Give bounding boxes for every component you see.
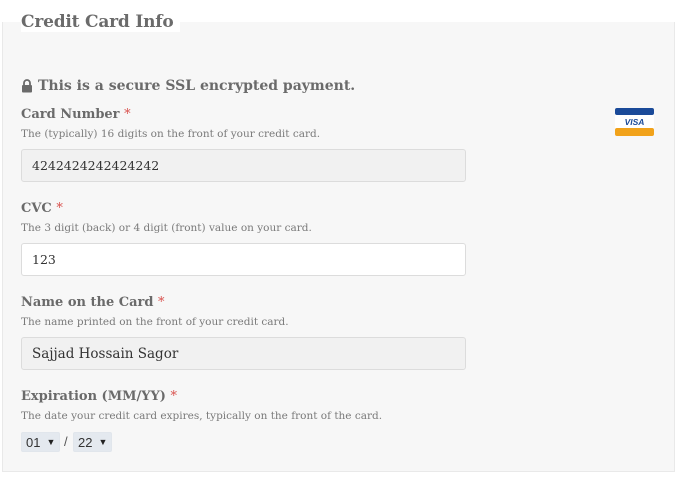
date-separator: / bbox=[64, 434, 68, 449]
name-on-card-input[interactable] bbox=[21, 337, 466, 370]
required-mark: * bbox=[170, 389, 177, 404]
svg-text:VISA: VISA bbox=[625, 117, 645, 127]
year-value: 22 bbox=[78, 434, 93, 450]
expiration-description: The date your credit card expires, typic… bbox=[21, 410, 383, 422]
card-number-input[interactable] bbox=[21, 149, 466, 182]
lock-icon bbox=[22, 79, 32, 93]
card-number-label: Card Number * bbox=[21, 107, 131, 122]
visa-card-icon: VISA bbox=[615, 108, 654, 136]
required-mark: * bbox=[56, 201, 63, 216]
cvc-input[interactable] bbox=[21, 243, 466, 276]
expiration-label: Expiration (MM/YY) * bbox=[21, 389, 177, 404]
name-on-card-description: The name printed on the front of your cr… bbox=[21, 316, 289, 328]
secure-note-text: This is a secure SSL encrypted payment. bbox=[38, 78, 356, 94]
expiration-month-select[interactable]: 01 ▼ bbox=[21, 432, 60, 452]
required-mark: * bbox=[124, 107, 131, 122]
secure-payment-note: This is a secure SSL encrypted payment. bbox=[21, 78, 355, 94]
cvc-description: The 3 digit (back) or 4 digit (front) va… bbox=[21, 222, 312, 234]
section-title: Credit Card Info bbox=[21, 12, 180, 32]
expiration-year-select[interactable]: 22 ▼ bbox=[73, 432, 112, 452]
dropdown-arrow-icon: ▼ bbox=[46, 437, 56, 447]
dropdown-arrow-icon: ▼ bbox=[98, 437, 108, 447]
required-mark: * bbox=[158, 295, 165, 310]
cvc-label: CVC * bbox=[21, 201, 63, 216]
card-number-description: The (typically) 16 digits on the front o… bbox=[21, 128, 321, 140]
month-value: 01 bbox=[26, 434, 41, 450]
name-on-card-label: Name on the Card * bbox=[21, 295, 165, 310]
